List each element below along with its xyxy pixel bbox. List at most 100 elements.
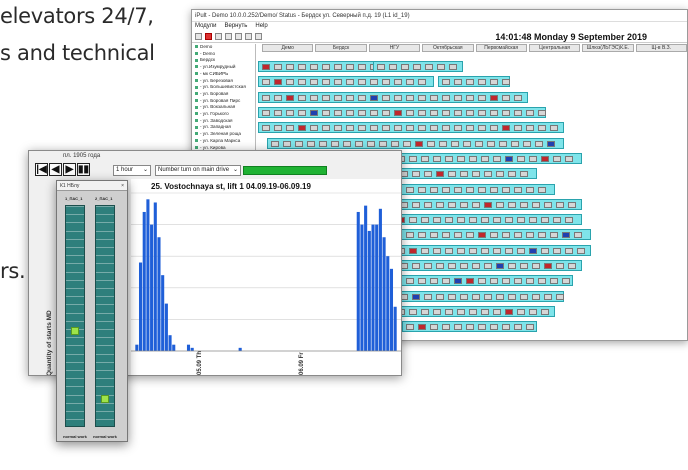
lift-status-cell[interactable]	[421, 308, 429, 315]
lift-status-cell[interactable]	[565, 155, 573, 162]
lift-status-cell[interactable]	[526, 110, 534, 116]
lift-status-cell[interactable]	[322, 125, 330, 132]
lift-status-cell[interactable]	[382, 79, 390, 86]
lift-status-cell[interactable]	[478, 186, 486, 193]
lift-status-cell[interactable]	[550, 125, 558, 132]
lift-status-cell[interactable]	[439, 140, 447, 147]
lift-status-cell[interactable]	[526, 324, 534, 331]
lift-status-cell[interactable]	[520, 263, 528, 269]
lift-status-cell[interactable]	[541, 155, 549, 162]
lift-status-cell[interactable]	[298, 125, 306, 132]
lift-status-cell[interactable]	[262, 94, 270, 101]
building-status-row[interactable]	[393, 305, 555, 317]
lift-status-cell[interactable]	[502, 110, 510, 116]
lift-status-cell[interactable]	[466, 186, 474, 193]
lift-status-cell[interactable]	[538, 186, 546, 193]
lift-status-cell[interactable]	[502, 79, 510, 86]
lift-status-cell[interactable]	[406, 125, 414, 132]
lift-status-cell[interactable]	[436, 293, 444, 300]
lift-status-cell[interactable]	[358, 94, 366, 101]
lift-status-cell[interactable]	[406, 186, 414, 193]
lift-status-cell[interactable]	[490, 278, 498, 285]
lift-status-cell[interactable]	[262, 64, 270, 71]
lift-status-cell[interactable]	[436, 201, 444, 208]
next-icon[interactable]: ▶	[63, 163, 76, 176]
lift-status-cell[interactable]	[508, 293, 516, 300]
lift-status-cell[interactable]	[418, 110, 426, 116]
lift-status-cell[interactable]	[445, 247, 453, 254]
lift-status-cell[interactable]	[382, 110, 390, 116]
lift-status-cell[interactable]	[262, 110, 270, 116]
lift-status-cell[interactable]	[442, 232, 450, 239]
tree-item[interactable]: - ул. Большевистская	[195, 84, 255, 91]
lift-status-cell[interactable]	[460, 293, 468, 300]
lift-status-cell[interactable]	[442, 110, 450, 116]
lift-status-cell[interactable]	[331, 140, 339, 147]
lift-status-cell[interactable]	[478, 232, 486, 239]
lift-status-cell[interactable]	[550, 232, 558, 239]
lift-status-cell[interactable]	[505, 308, 513, 315]
lift-status-cell[interactable]	[502, 94, 510, 101]
lift-status-cell[interactable]	[517, 155, 525, 162]
lift-status-cell[interactable]	[442, 278, 450, 285]
lift-status-cell[interactable]	[406, 232, 414, 239]
prev-icon[interactable]: ◀	[49, 163, 62, 176]
lift-status-cell[interactable]	[556, 201, 564, 208]
lift-status-cell[interactable]	[529, 155, 537, 162]
lift-status-cell[interactable]	[401, 64, 410, 71]
lift-status-cell[interactable]	[547, 140, 555, 147]
lift-status-cell[interactable]	[307, 140, 315, 147]
elevator-car-1[interactable]	[71, 327, 79, 335]
lift-status-cell[interactable]	[454, 278, 462, 285]
lift-status-cell[interactable]	[425, 64, 434, 71]
lift-status-cell[interactable]	[490, 186, 498, 193]
lift-status-cell[interactable]	[511, 140, 519, 147]
lift-status-cell[interactable]	[346, 125, 354, 132]
lift-status-cell[interactable]	[382, 94, 390, 101]
lift-status-cell[interactable]	[502, 232, 510, 239]
lift-status-cell[interactable]	[562, 278, 570, 285]
lift-status-cell[interactable]	[490, 125, 498, 132]
district-tab[interactable]: Щ-в В.З.	[635, 44, 687, 52]
lift-status-cell[interactable]	[442, 125, 450, 132]
lift-status-cell[interactable]	[406, 94, 414, 101]
lift-status-cell[interactable]	[433, 155, 441, 162]
building-status-row[interactable]	[373, 61, 464, 73]
lift-status-cell[interactable]	[448, 201, 456, 208]
lift-status-cell[interactable]	[550, 278, 558, 285]
lift-status-cell[interactable]	[505, 155, 513, 162]
elevator-car-2[interactable]	[101, 395, 109, 403]
lift-status-cell[interactable]	[460, 171, 468, 178]
lift-status-cell[interactable]	[433, 247, 441, 254]
lift-status-cell[interactable]	[502, 324, 510, 331]
tree-item[interactable]: - ул. Карла Маркса	[195, 138, 255, 145]
lift-status-cell[interactable]	[412, 293, 420, 300]
toolbar-grid-icon[interactable]	[255, 33, 262, 40]
building-status-row[interactable]	[258, 122, 564, 134]
lift-status-cell[interactable]	[415, 140, 423, 147]
lift-status-cell[interactable]	[526, 186, 534, 193]
lift-status-cell[interactable]	[436, 171, 444, 178]
lift-status-cell[interactable]	[568, 201, 576, 208]
lift-status-cell[interactable]	[517, 217, 525, 224]
building-status-row[interactable]	[258, 107, 546, 118]
tree-item[interactable]: - ул.Изумрудный	[195, 64, 255, 71]
lift-status-cell[interactable]	[466, 125, 474, 132]
lift-status-cell[interactable]	[409, 155, 417, 162]
lift-status-cell[interactable]	[517, 308, 525, 315]
lift-status-cell[interactable]	[298, 110, 306, 116]
lift-status-cell[interactable]	[481, 308, 489, 315]
lift-status-cell[interactable]	[544, 293, 552, 300]
lift-status-cell[interactable]	[409, 217, 417, 224]
lift-status-cell[interactable]	[574, 232, 582, 239]
lift-status-cell[interactable]	[484, 263, 492, 269]
lift-status-cell[interactable]	[541, 247, 549, 254]
lift-status-cell[interactable]	[529, 308, 537, 315]
district-tab[interactable]: Демо	[262, 44, 314, 52]
lift-status-cell[interactable]	[449, 64, 458, 71]
toolbar-chart-icon[interactable]	[235, 33, 242, 40]
lift-status-cell[interactable]	[418, 125, 426, 132]
lift-status-cell[interactable]	[442, 79, 450, 86]
lift-status-cell[interactable]	[430, 232, 438, 239]
lift-status-cell[interactable]	[526, 125, 534, 132]
